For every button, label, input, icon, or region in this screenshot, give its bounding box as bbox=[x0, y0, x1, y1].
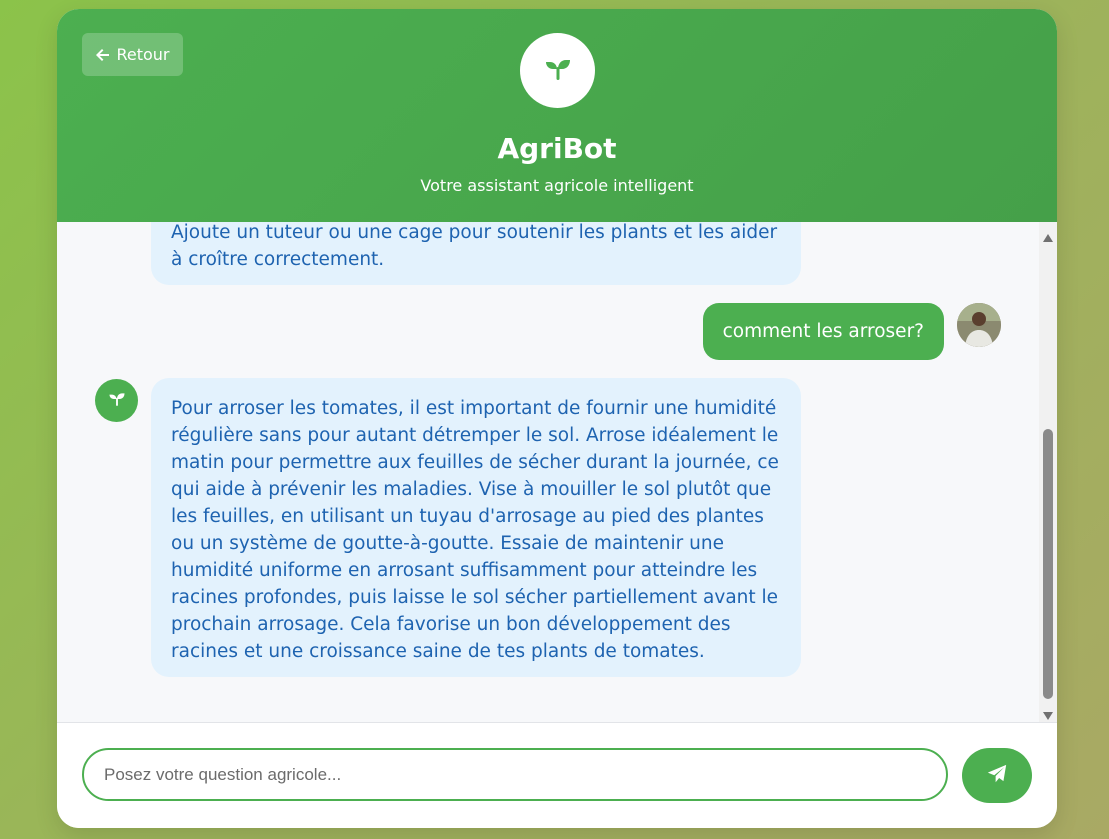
paper-plane-icon bbox=[986, 763, 1008, 788]
chat-header: Retour AgriBot Votre assistant agricole … bbox=[57, 9, 1057, 222]
scroll-up-icon[interactable] bbox=[1042, 228, 1054, 242]
scroll-down-icon[interactable] bbox=[1042, 706, 1054, 720]
scrollbar-thumb[interactable] bbox=[1043, 429, 1053, 699]
arrow-left-icon bbox=[95, 47, 111, 63]
page-subtitle: Votre assistant agricole intelligent bbox=[420, 176, 694, 195]
seedling-icon bbox=[542, 53, 574, 89]
bot-avatar bbox=[95, 379, 138, 422]
composer bbox=[57, 722, 1057, 828]
back-button[interactable]: Retour bbox=[82, 33, 183, 76]
user-avatar bbox=[957, 303, 1001, 347]
app-logo bbox=[520, 33, 595, 108]
send-button[interactable] bbox=[962, 748, 1032, 803]
bot-message: Ajoute un tuteur ou une cage pour souten… bbox=[151, 222, 801, 285]
message-scrollbar[interactable] bbox=[1039, 222, 1057, 722]
page-title: AgriBot bbox=[497, 132, 617, 165]
seedling-icon bbox=[107, 389, 127, 413]
bot-message: Pour arroser les tomates, il est importa… bbox=[151, 378, 801, 677]
back-button-label: Retour bbox=[116, 45, 170, 64]
message-list[interactable]: Ajoute un tuteur ou une cage pour souten… bbox=[57, 222, 1057, 722]
chat-window: Retour AgriBot Votre assistant agricole … bbox=[57, 9, 1057, 828]
user-message: comment les arroser? bbox=[702, 303, 944, 360]
message-input[interactable] bbox=[82, 748, 948, 801]
